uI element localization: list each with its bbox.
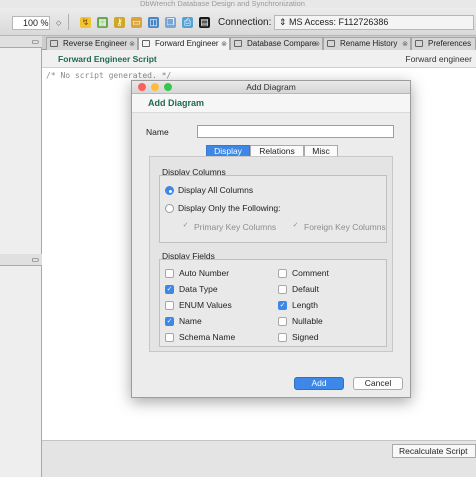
display-fields-group: Auto Number Comment ✓ Data Type Default … <box>159 259 387 347</box>
connection-arrows-icon: ⇕ <box>279 17 290 27</box>
minimize-icon[interactable]: ▭ <box>31 37 39 46</box>
dialog-heading-text: Add Diagram <box>148 98 205 108</box>
tab-icon <box>327 40 335 47</box>
add-diagram-dialog: Add Diagram Add Diagram Name Display Rel… <box>131 80 411 398</box>
dialog-heading: Add Diagram <box>132 94 410 113</box>
enum-values-checkbox[interactable] <box>165 301 174 310</box>
auto-number-label: Auto Number <box>179 268 230 278</box>
display-only-radio[interactable] <box>165 204 174 213</box>
app-titlebar: DbWrench Database Design and Synchroniza… <box>0 0 476 8</box>
default-label: Default <box>292 284 319 294</box>
copy-icon[interactable]: ❐ <box>165 17 176 28</box>
toolbar-separator <box>68 14 69 30</box>
diagram-icon[interactable]: ◫ <box>148 17 159 28</box>
left-pane-header-lower: ▭ <box>0 254 42 266</box>
name-field-label: Name <box>179 316 202 326</box>
display-all-label: Display All Columns <box>178 185 254 195</box>
signed-label: Signed <box>292 332 319 342</box>
tab-preferences[interactable]: Preferences <box>411 37 476 50</box>
close-icon[interactable]: ⊗ <box>221 39 227 50</box>
name-input[interactable] <box>197 125 394 138</box>
left-pane-header: ▭ <box>0 36 42 48</box>
connection-select[interactable]: ⇕ MS Access: F112726386 <box>274 15 474 30</box>
connection-value: MS Access: F112726386 <box>289 17 389 27</box>
primary-key-label: Primary Key Columns <box>194 222 277 232</box>
default-checkbox[interactable] <box>278 285 287 294</box>
forward-engineer-label: Forward engineer <box>405 54 472 64</box>
foreign-key-checkbox[interactable]: ✓ <box>291 222 300 231</box>
schema-name-label: Schema Name <box>179 332 236 342</box>
signed-checkbox[interactable] <box>278 333 287 342</box>
enum-values-label: ENUM Values <box>179 300 232 310</box>
primary-key-checkbox[interactable]: ✓ <box>181 222 190 231</box>
comment-checkbox[interactable] <box>278 269 287 278</box>
tab-bar: Reverse Engineer ⊗ Forward Engineer ⊗ Data… <box>42 36 476 51</box>
name-label: Name <box>146 127 169 137</box>
recalculate-script-button[interactable]: Recalculate Script <box>392 444 476 458</box>
display-tab-panel: Display Columns Display All Columns Disp… <box>149 156 393 352</box>
zoom-dropdown-icon[interactable]: ◇ <box>56 19 61 27</box>
app-title: DbWrench Database Design and Synchroniza… <box>140 0 305 8</box>
tab-reverse-engineer[interactable]: Reverse Engineer ⊗ <box>46 37 138 50</box>
tab-icon <box>415 40 423 47</box>
tab-icon <box>142 40 150 47</box>
length-checkbox[interactable]: ✓ <box>278 301 287 310</box>
export-icon[interactable]: ▤ <box>199 17 210 28</box>
table-icon[interactable]: ▦ <box>97 17 108 28</box>
folder-icon[interactable]: ▭ <box>131 17 142 28</box>
bottom-bar: Recalculate Script <box>42 440 476 477</box>
left-pane: ▭ ▭ <box>0 36 42 477</box>
length-label: Length <box>292 300 318 310</box>
close-icon[interactable]: ⊗ <box>402 39 408 50</box>
display-columns-group: Display All Columns Display Only the Fol… <box>159 175 387 243</box>
display-all-radio[interactable] <box>165 186 174 195</box>
sync-icon[interactable]: ↯ <box>80 17 91 28</box>
minimize-icon[interactable]: ▭ <box>31 255 39 264</box>
script-text[interactable]: /* No script generated. */ <box>46 71 171 80</box>
tab-database-compare[interactable]: Database Compare ⊗ <box>230 37 323 50</box>
tab-icon <box>50 40 58 47</box>
tab-icon <box>234 40 242 47</box>
add-button[interactable]: Add <box>294 377 344 390</box>
close-icon[interactable]: ⊗ <box>314 39 320 50</box>
tab-forward-engineer[interactable]: Forward Engineer ⊗ <box>138 37 230 51</box>
nullable-label: Nullable <box>292 316 323 326</box>
tab-rename-history[interactable]: Rename History ⊗ <box>323 37 411 50</box>
print-icon[interactable]: ⎙ <box>182 17 193 28</box>
left-pane-top[interactable] <box>0 48 41 254</box>
connection-label: Connection: <box>218 17 272 28</box>
script-header: Forward Engineer Script Forward engineer <box>42 50 476 68</box>
zoom-select[interactable]: 100 % <box>12 16 50 30</box>
data-type-checkbox[interactable]: ✓ <box>165 285 174 294</box>
auto-number-checkbox[interactable] <box>165 269 174 278</box>
nullable-checkbox[interactable] <box>278 317 287 326</box>
key-icon[interactable]: ⚷ <box>114 17 125 28</box>
script-title: Forward Engineer Script <box>58 54 157 64</box>
foreign-key-label: Foreign Key Columns <box>304 222 386 232</box>
toolbar: 100 % ◇ ↯ ▦ ⚷ ▭ ◫ ❐ ⎙ ▤ Connection: ⇕ MS… <box>0 8 476 36</box>
schema-name-checkbox[interactable] <box>165 333 174 342</box>
display-only-label: Display Only the Following: <box>178 203 281 213</box>
comment-label: Comment <box>292 268 329 278</box>
cancel-button[interactable]: Cancel <box>353 377 403 390</box>
close-icon[interactable]: ⊗ <box>129 39 135 50</box>
dialog-titlebar: Add Diagram <box>132 81 410 94</box>
name-checkbox[interactable]: ✓ <box>165 317 174 326</box>
left-pane-bottom[interactable] <box>0 266 41 477</box>
data-type-label: Data Type <box>179 284 218 294</box>
dialog-window-title: Add Diagram <box>246 82 296 92</box>
